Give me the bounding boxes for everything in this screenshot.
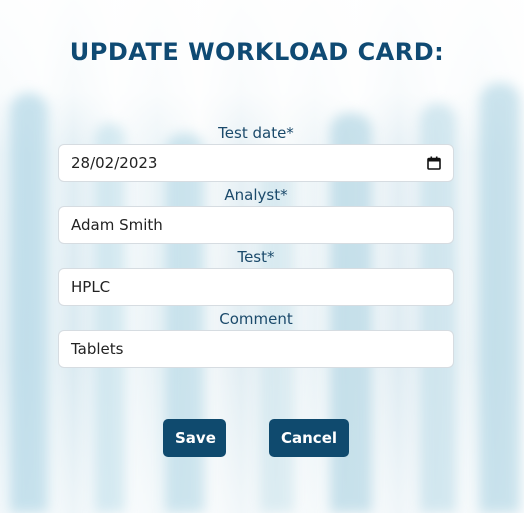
- test-value: HPLC: [71, 278, 111, 296]
- page-title: UPDATE WORKLOAD CARD:: [69, 38, 445, 66]
- test-date-label: Test date*: [218, 124, 294, 142]
- analyst-input[interactable]: Adam Smith: [58, 206, 454, 244]
- save-button[interactable]: Save: [163, 419, 226, 457]
- analyst-value: Adam Smith: [71, 216, 163, 234]
- comment-input[interactable]: Tablets: [58, 330, 454, 368]
- test-date-value: 28/02/2023: [71, 154, 158, 172]
- calendar-icon[interactable]: [427, 156, 441, 170]
- comment-value: Tablets: [71, 340, 124, 358]
- test-label: Test*: [237, 248, 275, 266]
- analyst-label: Analyst*: [224, 186, 288, 204]
- workload-card-form: Test date* 28/02/2023 Analyst* Adam Smit…: [58, 122, 454, 370]
- cancel-button[interactable]: Cancel: [269, 419, 349, 457]
- test-date-input[interactable]: 28/02/2023: [58, 144, 454, 182]
- comment-label: Comment: [219, 310, 293, 328]
- form-actions: Save Cancel: [0, 419, 524, 457]
- test-input[interactable]: HPLC: [58, 268, 454, 306]
